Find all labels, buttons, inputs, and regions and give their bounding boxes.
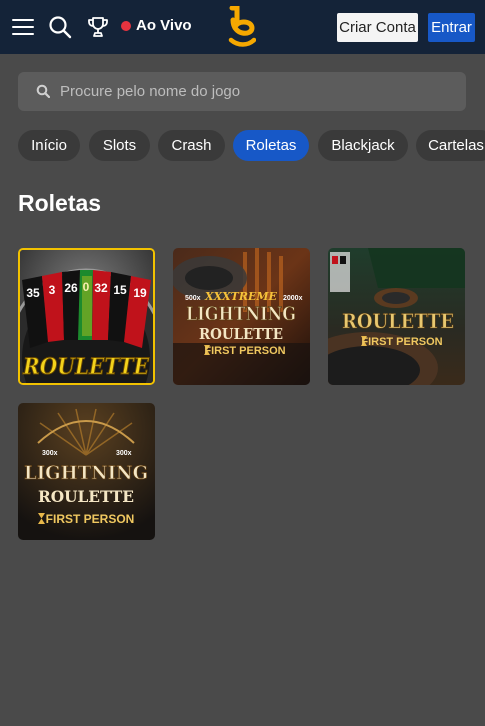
search-input[interactable] [60, 72, 466, 111]
tab-crash[interactable]: Crash [158, 130, 225, 161]
signup-button[interactable]: Criar Conta [337, 13, 418, 42]
game-badge: XXXTREME [204, 290, 277, 303]
multiplier-badge: 500x [185, 295, 201, 302]
section-title: Roletas [18, 190, 102, 216]
tab-slots[interactable]: Slots [89, 130, 150, 161]
brand-logo[interactable] [228, 5, 257, 48]
live-link[interactable]: Ao Vivo [121, 17, 192, 34]
multiplier-badge: 300x [116, 450, 132, 457]
wheel-number-label: 26 [64, 281, 78, 295]
live-label: Ao Vivo [136, 17, 192, 34]
menu-icon[interactable] [9, 13, 37, 41]
wheel-number-label: 19 [133, 286, 147, 300]
multiplier-badge: 2000x [283, 295, 303, 302]
search-icon[interactable] [46, 13, 74, 41]
game-provider-label: FIRST PERSON [361, 336, 442, 348]
game-search-box[interactable] [18, 72, 466, 111]
multiplier-badge: 300x [42, 450, 58, 457]
game-tile-first-person-roulette[interactable]: ROULETTE FIRST PERSON [328, 248, 465, 385]
tab-blackjack[interactable]: Blackjack [318, 130, 408, 161]
wheel-number-label: 15 [113, 283, 127, 297]
game-provider-label: FIRST PERSON [46, 512, 135, 526]
game-tile-roulette[interactable]: 35 3 26 0 32 15 19 ROULETTE [18, 248, 155, 385]
game-provider-label: FIRST PERSON [204, 345, 285, 357]
tab-roletas[interactable]: Roletas [233, 130, 309, 161]
game-subtitle: ROULETTE [199, 325, 283, 343]
search-icon [36, 84, 52, 100]
category-tabs: Início Slots Crash Roletas Blackjack Car… [18, 130, 485, 161]
trophy-icon[interactable] [84, 13, 112, 41]
game-title: ROULETTE [22, 354, 150, 380]
live-dot-icon [121, 20, 131, 31]
wheel-number-label: 3 [49, 283, 56, 297]
wheel-number-label: 35 [26, 286, 40, 300]
game-title: LIGHTNING [186, 303, 296, 325]
tab-inicio[interactable]: Início [18, 130, 80, 161]
login-button[interactable]: Entrar [428, 13, 475, 42]
tab-cartelas[interactable]: Cartelas [416, 130, 485, 161]
game-tile-first-person-lightning-roulette[interactable]: 300x 300x LIGHTNING ROULETTE FIRST PERSO… [18, 403, 155, 540]
game-subtitle: ROULETTE [38, 487, 134, 506]
top-bar: Ao Vivo Criar Conta Entrar [0, 0, 485, 54]
wheel-number-label: 32 [94, 281, 108, 295]
game-tile-xxxtreme-lightning-roulette[interactable]: 500x XXXTREME 2000x LIGHTNING ROULETTE F… [173, 248, 310, 385]
game-title: LIGHTNING [24, 462, 148, 484]
game-title: ROULETTE [342, 309, 454, 333]
